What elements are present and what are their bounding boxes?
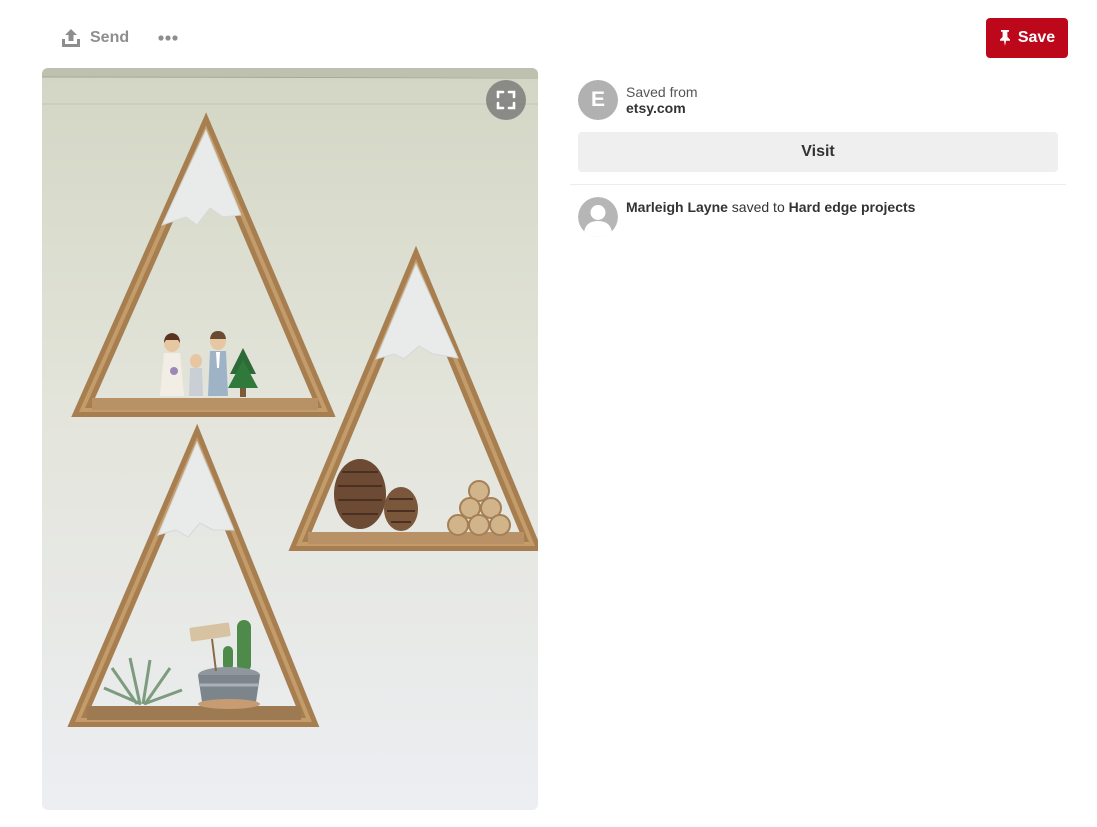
send-label: Send (90, 29, 130, 46)
ellipsis-icon (156, 28, 182, 48)
source-avatar[interactable]: E (578, 80, 618, 120)
pushpin-icon (999, 30, 1011, 46)
saved-from-label: Saved from (626, 84, 698, 100)
save-label: Save (1017, 29, 1056, 46)
divider (570, 184, 1066, 185)
board-name-link[interactable]: Hard edge projects (789, 199, 916, 215)
send-button[interactable]: Send (60, 24, 129, 52)
user-name-link[interactable]: Marleigh Layne (626, 199, 728, 215)
source-text: Saved from etsy.com (626, 84, 698, 116)
expand-icon (496, 90, 516, 110)
pin-attribution: Marleigh Layne saved to Hard edge projec… (578, 197, 915, 237)
more-options-button[interactable] (156, 28, 182, 48)
expand-image-button[interactable] (486, 80, 526, 120)
person-silhouette-icon[interactable] (578, 197, 618, 237)
visit-button[interactable]: Visit (578, 132, 1058, 172)
pin-image[interactable] (42, 68, 538, 810)
save-button[interactable]: Save (986, 18, 1068, 58)
source-info: E Saved from etsy.com (578, 80, 698, 120)
saved-to-text: saved to (727, 199, 789, 215)
attribution-text: Marleigh Layne saved to Hard edge projec… (626, 198, 915, 216)
source-domain-link[interactable]: etsy.com (626, 100, 698, 116)
pin-toolbar: Send Save (0, 0, 1097, 68)
mountain-shelves-photo (42, 68, 538, 810)
upload-arrow-icon (60, 27, 82, 49)
